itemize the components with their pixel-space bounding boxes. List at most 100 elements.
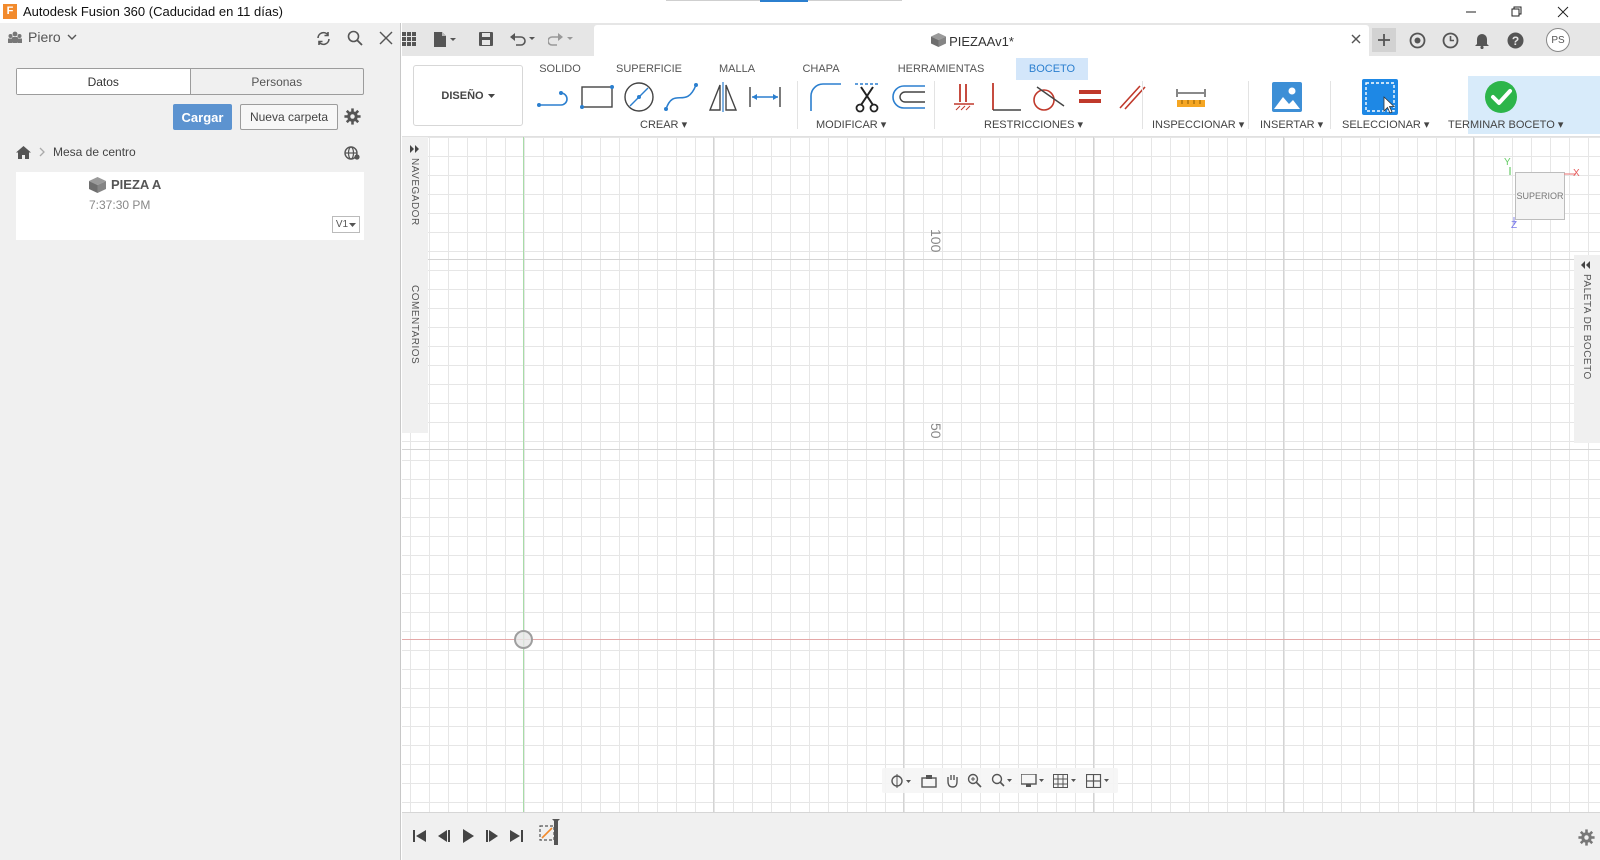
checkmark-icon xyxy=(1485,81,1517,113)
sketch-feature-icon[interactable] xyxy=(538,819,562,849)
extensions-button[interactable] xyxy=(1405,28,1429,52)
file-menu[interactable] xyxy=(434,30,458,48)
tab-superficie[interactable]: SUPERFICIE xyxy=(614,58,684,80)
circle-tool[interactable] xyxy=(619,79,659,115)
breadcrumb-folder[interactable]: Mesa de centro xyxy=(53,145,136,159)
refresh-button[interactable] xyxy=(313,29,333,47)
notifications-button[interactable] xyxy=(1470,28,1494,52)
parallel-tool[interactable] xyxy=(1112,79,1152,115)
navigation-bar xyxy=(882,768,1118,793)
save-icon xyxy=(479,32,493,46)
new-tab-button[interactable] xyxy=(1372,28,1396,52)
user-avatar[interactable]: PS xyxy=(1546,28,1570,52)
go-to-end-button[interactable] xyxy=(507,827,525,845)
line-tool[interactable] xyxy=(535,79,575,115)
help-button[interactable]: ? xyxy=(1503,28,1527,52)
browser-sidebar: NAVEGADOR COMENTARIOS xyxy=(402,137,428,433)
undo-button[interactable] xyxy=(510,30,536,48)
caret-down-icon xyxy=(487,93,495,98)
tangent-icon xyxy=(1033,86,1065,111)
bell-icon xyxy=(1475,33,1489,49)
go-to-start-button[interactable] xyxy=(411,827,429,845)
close-icon xyxy=(1557,6,1569,17)
redo-button[interactable] xyxy=(548,30,574,48)
restore-button[interactable] xyxy=(1494,0,1540,23)
measure-tool[interactable] xyxy=(1171,79,1211,115)
group-seleccionar[interactable]: SELECCIONAR ▾ xyxy=(1342,118,1429,131)
user-selector[interactable]: Piero xyxy=(8,29,77,45)
play-button[interactable] xyxy=(459,827,477,845)
tab-boceto[interactable]: BOCETO xyxy=(1016,58,1088,80)
search-icon xyxy=(347,30,363,46)
fillet-tool[interactable] xyxy=(805,79,845,115)
document-tab[interactable]: PIEZAAv1* xyxy=(594,25,1369,56)
origin-point[interactable] xyxy=(514,630,533,649)
step-back-button[interactable] xyxy=(435,827,453,845)
breadcrumb: Mesa de centro xyxy=(16,145,136,159)
spline-tool[interactable] xyxy=(661,79,701,115)
perpendicular-tool[interactable] xyxy=(986,79,1026,115)
document-tab-bar: PIEZAAv1* ? PS xyxy=(402,23,1600,56)
workspace-switcher[interactable]: DISEÑO xyxy=(413,65,523,126)
tab-solido[interactable]: SOLIDO xyxy=(530,58,590,80)
insert-image-tool[interactable] xyxy=(1267,79,1307,115)
title-decoration xyxy=(760,0,808,2)
offset-tool[interactable] xyxy=(889,79,929,115)
rectangle-tool[interactable] xyxy=(577,79,617,115)
group-modificar[interactable]: MODIFICAR ▾ xyxy=(816,118,886,131)
tab-malla[interactable]: MALLA xyxy=(712,58,762,80)
globe-icon xyxy=(344,146,360,160)
panel-settings-button[interactable] xyxy=(344,108,361,125)
close-window-button[interactable] xyxy=(1540,0,1586,23)
line-icon xyxy=(537,91,568,107)
equal-tool[interactable] xyxy=(1070,79,1110,115)
save-button[interactable] xyxy=(479,30,493,48)
tangent-tool[interactable] xyxy=(1028,79,1068,115)
redo-icon xyxy=(548,33,573,46)
close-icon xyxy=(379,31,393,45)
comments-toggle[interactable]: COMENTARIOS xyxy=(409,285,420,364)
step-forward-button[interactable] xyxy=(483,827,501,845)
tab-herramientas[interactable]: HERRAMIENTAS xyxy=(896,58,986,80)
gear-icon xyxy=(344,108,361,125)
sketch-canvas[interactable]: 100 50 NAVEGADOR COMENTARIOS PALETA DE B… xyxy=(402,137,1600,812)
upload-button[interactable]: Cargar xyxy=(173,104,232,130)
scissors-icon xyxy=(855,83,879,113)
data-panel: Piero Datos Personas Cargar Nueva carpet… xyxy=(0,23,401,860)
close-panel-button[interactable] xyxy=(376,29,396,47)
tab-personas[interactable]: Personas xyxy=(191,69,364,94)
finish-sketch-button[interactable] xyxy=(1481,79,1521,115)
group-restricciones[interactable]: RESTRICCIONES ▾ xyxy=(984,118,1083,131)
fit-icon xyxy=(991,773,1012,787)
tab-datos[interactable]: Datos xyxy=(17,69,191,94)
help-icon: ? xyxy=(1507,32,1523,48)
skip-end-icon xyxy=(510,830,523,842)
axis-z-label: Z xyxy=(1511,220,1518,231)
minimize-button[interactable] xyxy=(1448,0,1494,23)
search-button[interactable] xyxy=(345,29,365,47)
file-item[interactable]: PIEZA A 7:37:30 PM V1 xyxy=(16,172,364,240)
data-panel-toggle[interactable] xyxy=(402,30,416,48)
tab-chapa[interactable]: CHAPA xyxy=(795,58,847,80)
folder-options-button[interactable] xyxy=(344,146,360,160)
timeline-settings-button[interactable] xyxy=(1578,829,1595,846)
group-crear[interactable]: CREAR ▾ xyxy=(640,118,687,131)
version-label: V1 xyxy=(335,219,349,230)
image-icon xyxy=(1272,82,1302,112)
mirror-tool[interactable] xyxy=(703,79,743,115)
sketch-palette-toggle[interactable]: PALETA DE BOCETO xyxy=(1574,255,1600,443)
grid-major-line xyxy=(402,259,1600,260)
browser-toggle[interactable]: NAVEGADOR xyxy=(409,158,420,226)
trim-tool[interactable] xyxy=(847,79,887,115)
new-folder-button[interactable]: Nueva carpeta xyxy=(240,104,338,130)
select-tool[interactable] xyxy=(1360,79,1400,115)
group-terminar-boceto-label: TERMINAR BOCETO xyxy=(1448,119,1555,131)
group-insertar[interactable]: INSERTAR ▾ xyxy=(1260,118,1323,131)
dimension-tool[interactable] xyxy=(745,79,785,115)
job-status-button[interactable] xyxy=(1438,28,1462,52)
fix-constraint-tool[interactable] xyxy=(944,79,984,115)
version-dropdown[interactable]: V1 xyxy=(332,216,360,233)
close-tab-button[interactable] xyxy=(1351,34,1361,44)
group-inspeccionar[interactable]: INSPECCIONAR ▾ xyxy=(1152,118,1244,131)
group-terminar-boceto[interactable]: TERMINAR BOCETO ▾ xyxy=(1448,118,1563,131)
